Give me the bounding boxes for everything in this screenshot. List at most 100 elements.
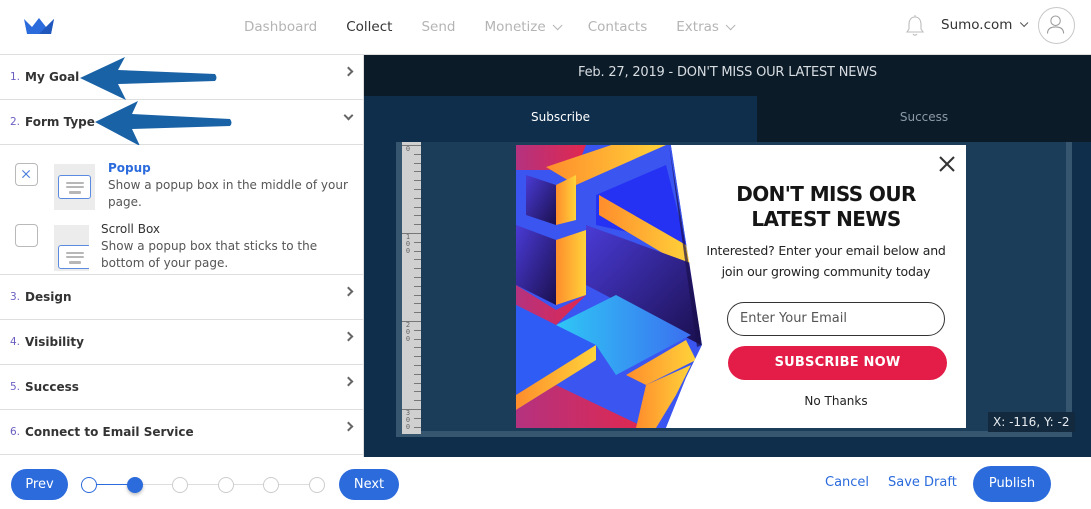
ruler-tick — [414, 373, 421, 375]
ruler-tick — [414, 215, 421, 217]
nav-label: Extras — [676, 19, 719, 35]
step-form-type[interactable]: 2. Form Type — [0, 100, 363, 145]
ruler-tick — [414, 400, 421, 402]
user-avatar-icon — [1046, 15, 1065, 34]
nav-label: Monetize — [484, 19, 546, 35]
step-progress — [81, 476, 327, 494]
progress-step-dot[interactable] — [172, 477, 189, 493]
main-nav: Dashboard Collect Send Monetize Contacts… — [244, 0, 761, 54]
nav-label: Dashboard — [244, 19, 318, 35]
progress-step-dot[interactable] — [126, 477, 143, 493]
step-label: Design — [25, 290, 72, 304]
ruler-tick — [414, 224, 421, 226]
crown-logo-icon[interactable] — [24, 16, 54, 36]
form-type-options: Popup Show a popup box in the middle of … — [0, 145, 363, 275]
popup-form: DON'T MISS OUR LATEST NEWS Interested? E… — [516, 145, 966, 428]
nav-dashboard[interactable]: Dashboard — [244, 19, 317, 35]
popup-checkbox[interactable] — [15, 163, 38, 186]
progress-step-dot[interactable] — [309, 477, 325, 493]
progress-step-dot[interactable] — [263, 477, 280, 493]
form-type-description: Show a popup box in the middle of your p… — [108, 178, 348, 209]
ruler-label: 200 — [405, 321, 411, 343]
step-connect-email[interactable]: 6. Connect to Email Service — [0, 410, 363, 455]
step-label: Visibility — [25, 335, 84, 349]
ruler-tick — [414, 197, 421, 199]
ruler-tick — [414, 417, 421, 419]
form-type-title: Scroll Box — [101, 222, 161, 236]
account-switcher[interactable]: Sumo.com — [941, 17, 1029, 33]
ruler-tick — [414, 268, 421, 270]
step-number: 4. — [10, 336, 21, 348]
chevron-right-icon — [343, 286, 354, 297]
ruler-tick — [414, 347, 421, 349]
ruler-tick — [414, 259, 421, 261]
bell-icon[interactable] — [904, 14, 926, 38]
ruler-tick — [414, 382, 421, 384]
form-type-description: Show a popup box that sticks to the bott… — [101, 239, 318, 270]
chevron-right-icon — [343, 376, 354, 387]
progress-step-dot[interactable] — [81, 477, 97, 493]
scroll-box-checkbox[interactable] — [15, 224, 38, 247]
email-input[interactable]: Enter Your Email — [727, 302, 945, 336]
ruler-tick — [414, 250, 421, 252]
ruler-tick — [414, 329, 421, 331]
ruler-tick — [414, 162, 421, 164]
popup-headline: DON'T MISS OUR LATEST NEWS — [701, 182, 951, 232]
publish-button[interactable]: Publish — [973, 466, 1051, 502]
nav-label: Contacts — [587, 19, 648, 35]
steps-sidebar: 1. My Goal 2. Form Type Popup Show a pop… — [0, 55, 364, 457]
nav-contacts[interactable]: Contacts — [588, 19, 648, 35]
form-type-title: Popup — [108, 161, 151, 175]
progress-connector — [140, 484, 175, 485]
step-number: 6. — [10, 426, 21, 438]
chevron-down-icon — [343, 110, 354, 121]
step-label: My Goal — [25, 70, 80, 84]
step-success[interactable]: 5. Success — [0, 365, 363, 410]
popup-body-text: Interested? Enter your email below and j… — [701, 240, 951, 282]
preview-tabs: Subscribe Success — [364, 96, 1091, 142]
next-button[interactable]: Next — [339, 469, 399, 500]
ruler-tick — [414, 338, 421, 340]
user-avatar[interactable] — [1038, 7, 1075, 44]
chevron-down-icon — [1020, 18, 1029, 28]
step-label: Connect to Email Service — [25, 425, 194, 439]
nav-label: Send — [421, 19, 456, 35]
chevron-right-icon — [343, 421, 354, 432]
prev-button[interactable]: Prev — [11, 469, 68, 500]
tab-subscribe[interactable]: Subscribe — [364, 96, 757, 142]
ruler-tick — [414, 356, 421, 358]
ruler-tick — [414, 189, 421, 190]
nav-extras[interactable]: Extras — [676, 19, 736, 35]
popup-thumbnail-icon — [54, 164, 95, 210]
step-design[interactable]: 3. Design — [0, 275, 363, 320]
ruler-tick — [414, 206, 421, 208]
nav-send[interactable]: Send — [421, 19, 455, 35]
save-draft-link[interactable]: Save Draft — [888, 475, 957, 490]
ruler-tick — [414, 285, 421, 287]
no-thanks-link[interactable]: No Thanks — [727, 394, 945, 408]
subscribe-now-button[interactable]: SUBSCRIBE NOW — [728, 346, 947, 380]
ruler-label: 100 — [405, 233, 411, 255]
headline-line: DON'T MISS OUR — [736, 182, 916, 206]
step-visibility[interactable]: 4. Visibility — [0, 320, 363, 365]
chevron-down-icon — [552, 19, 563, 30]
progress-step-dot[interactable] — [217, 477, 234, 493]
step-number: 5. — [10, 381, 21, 393]
ruler-label: 300 — [405, 409, 411, 431]
ruler-tick — [414, 365, 421, 366]
close-icon[interactable] — [936, 153, 958, 175]
tab-success[interactable]: Success — [757, 96, 1091, 142]
step-my-goal[interactable]: 1. My Goal — [0, 55, 363, 100]
ruler-tick — [414, 180, 421, 182]
nav-collect[interactable]: Collect — [346, 19, 392, 35]
nav-monetize[interactable]: Monetize — [484, 19, 563, 35]
progress-connector — [277, 484, 311, 485]
account-name: Sumo.com — [941, 17, 1013, 33]
ruler-tick — [414, 171, 421, 173]
scroll-box-thumbnail-icon — [54, 225, 89, 271]
cursor-coordinates: X: -116, Y: -2 — [988, 412, 1075, 432]
ruler-tick — [414, 303, 421, 305]
body-line: Interested? Enter your email below and — [706, 243, 946, 258]
cancel-link[interactable]: Cancel — [825, 475, 869, 490]
popup-artwork-image — [516, 145, 706, 428]
